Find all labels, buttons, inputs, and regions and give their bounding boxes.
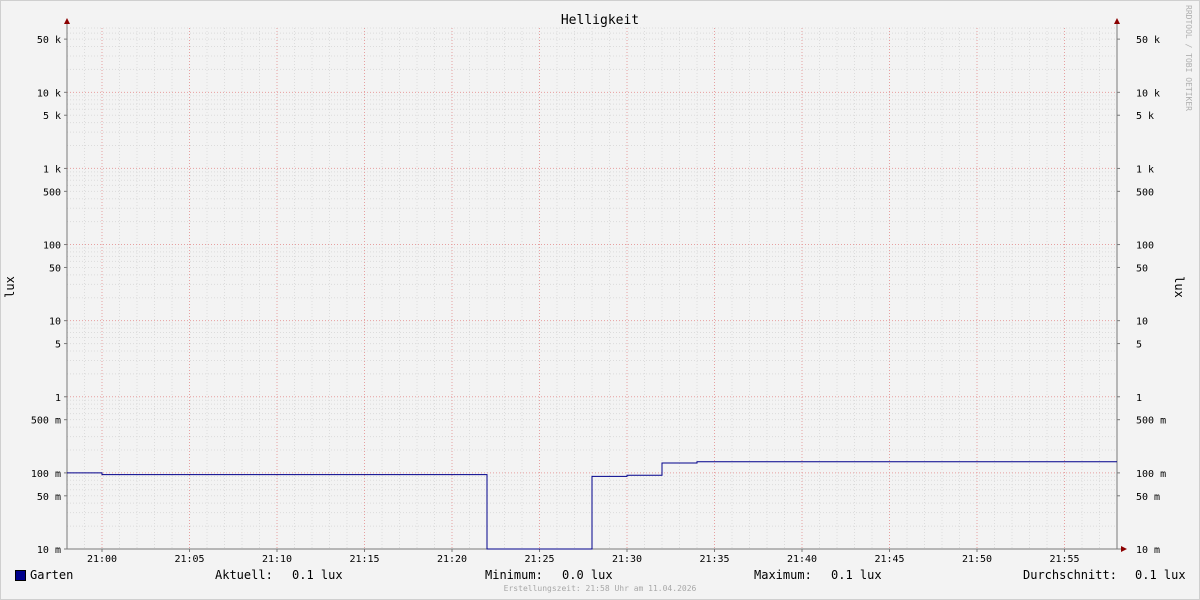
y-ticks-left: 50 k 10 k 5 k 1 k 500 100 50 10 5 1 500 m 100 m 50 m… — [31, 35, 67, 556]
y-tick-label-right: 1 — [1136, 393, 1142, 404]
x-tick-label: 21:05 — [174, 554, 204, 565]
y-tick-label-left: 1 — [55, 393, 61, 404]
y-tick-label-right: 100 m — [1136, 469, 1166, 480]
legend-min-value: 0.0 lux — [562, 568, 613, 582]
y-axis-label-right: lux — [1172, 276, 1186, 298]
x-tick-label: 21:50 — [962, 554, 992, 565]
legend-avg-value: 0.1 lux — [1135, 568, 1186, 582]
x-tick-label: 21:35 — [699, 554, 729, 565]
rrdtool-watermark: RRDTOOL / TOBI OETIKER — [1184, 5, 1193, 111]
y-tick-label-left: 50 — [49, 263, 61, 274]
left-axis-arrow — [64, 18, 70, 24]
y-tick-label-right: 10 k — [1136, 88, 1160, 99]
y-tick-label-right: 1 k — [1136, 164, 1154, 175]
x-tick-label: 21:10 — [262, 554, 292, 565]
legend-max-value: 0.1 lux — [831, 568, 882, 582]
y-tick-label-left: 500 m — [31, 416, 61, 427]
y-tick-label-left: 5 — [55, 340, 61, 351]
y-tick-label-left: 50 m — [37, 492, 61, 503]
y-tick-label-left: 100 m — [31, 469, 61, 480]
legend-swatch-garten — [15, 570, 26, 581]
legend-min-label: Minimum: — [485, 568, 543, 582]
x-tick-label: 21:40 — [787, 554, 817, 565]
x-tick-label: 21:20 — [437, 554, 467, 565]
chart-title: Helligkeit — [561, 13, 639, 28]
y-tick-label-right: 50 k — [1136, 35, 1160, 46]
brightness-chart: 50 k 10 k 5 k 1 k 500 100 50 10 5 1 500 m 100 m 50 m… — [3, 13, 1186, 565]
right-axis-arrow — [1114, 18, 1120, 24]
y-axis-label-left: lux — [3, 276, 17, 298]
x-tick-label: 21:25 — [524, 554, 554, 565]
y-tick-label-left: 10 — [49, 317, 61, 328]
x-ticks: 21:00 21:05 21:10 21:15 21:20 21:25 21:30 21:35… — [87, 549, 1080, 565]
x-tick-label: 21:30 — [612, 554, 642, 565]
minor-grid — [66, 27, 1118, 549]
x-tick-label: 21:00 — [87, 554, 117, 565]
y-tick-label-right: 50 — [1136, 263, 1148, 274]
legend-series-name: Garten — [30, 568, 74, 582]
x-tick-label: 21:45 — [874, 554, 904, 565]
y-tick-label-right: 500 m — [1136, 416, 1166, 427]
legend-max-label: Maximum: — [754, 568, 812, 582]
x-tick-label: 21:15 — [349, 554, 379, 565]
x-axis-arrow — [1121, 546, 1127, 552]
y-tick-label-right: 5 — [1136, 340, 1142, 351]
y-tick-label-right: 100 — [1136, 241, 1154, 252]
axes — [64, 18, 1127, 552]
y-tick-label-left: 1 k — [43, 164, 61, 175]
y-tick-label-right: 500 — [1136, 187, 1154, 198]
y-tick-label-left: 5 k — [43, 111, 61, 122]
y-tick-label-right: 5 k — [1136, 111, 1154, 122]
y-tick-label-right: 10 m — [1136, 545, 1160, 556]
legend-avg-label: Durchschnitt: — [1023, 568, 1117, 582]
y-tick-label-left: 100 — [43, 241, 61, 252]
y-tick-label-left: 10 m — [37, 545, 61, 556]
y-tick-label-left: 50 k — [37, 35, 61, 46]
x-tick-label: 21:55 — [1049, 554, 1079, 565]
y-tick-label-right: 10 — [1136, 317, 1148, 328]
legend-current-value: 0.1 lux — [292, 568, 343, 582]
legend-current-label: Aktuell: — [215, 568, 273, 582]
y-ticks-right: 50 k 10 k 5 k 1 k 500 100 50 10 5 1 500 m 100 m 50 m… — [1117, 35, 1166, 556]
y-tick-label-left: 500 — [43, 187, 61, 198]
y-tick-label-left: 10 k — [37, 88, 61, 99]
y-tick-label-right: 50 m — [1136, 492, 1160, 503]
creation-timestamp: Erstellungszeit: 21:58 Uhr am 11.04.2026 — [503, 584, 697, 593]
